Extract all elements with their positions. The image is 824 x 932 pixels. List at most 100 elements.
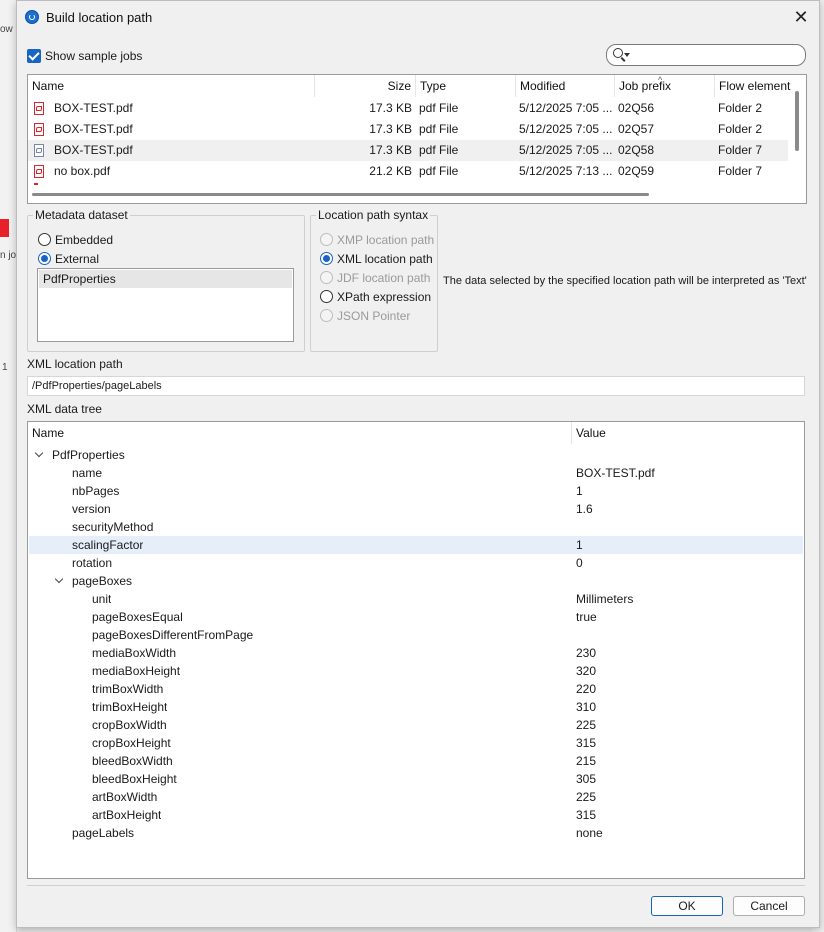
show-sample-jobs-checkbox[interactable] xyxy=(27,49,41,63)
chevron-down-icon[interactable] xyxy=(54,574,64,584)
job-name: BOX-TEST.pdf xyxy=(54,122,133,136)
xml-location-path-label[interactable]: XML location path xyxy=(337,252,433,266)
table-row[interactable]: BOX-TEST.pdf 17.3 KB pdf File 5/12/2025 … xyxy=(28,140,788,161)
tree-node-bleedboxwidth[interactable]: bleedBoxWidth 215 xyxy=(29,752,803,770)
tree-node-scalingfactor[interactable]: scalingFactor 1 xyxy=(29,536,803,554)
tree-node-mediaboxwidth[interactable]: mediaBoxWidth 230 xyxy=(29,644,803,662)
node-name: artBoxWidth xyxy=(92,790,158,804)
column-header-name[interactable]: Name xyxy=(28,75,315,97)
external-radio[interactable] xyxy=(38,252,51,265)
tree-node-rotation[interactable]: rotation 0 xyxy=(29,554,803,572)
node-name: trimBoxHeight xyxy=(92,700,168,714)
search-input[interactable] xyxy=(606,44,806,66)
column-header-name[interactable]: Name xyxy=(28,422,572,444)
xml-data-tree[interactable]: Name Value PdfProperties name BOX-TEST.p… xyxy=(27,421,805,879)
horizontal-scrollbar[interactable] xyxy=(32,193,649,196)
job-flow-element: Folder 2 xyxy=(718,101,763,115)
tree-node-trimboxheight[interactable]: trimBoxHeight 310 xyxy=(29,698,803,716)
column-header-size[interactable]: Size xyxy=(315,75,416,97)
table-row[interactable]: no box.pdf 21.2 KB pdf File 5/12/2025 7:… xyxy=(28,161,788,182)
job-size: 17.3 KB xyxy=(369,122,412,136)
jdf-location-path-label[interactable]: JDF location path xyxy=(337,271,430,285)
job-prefix: 02Q58 xyxy=(618,143,655,157)
tree-node-nbpages[interactable]: nbPages 1 xyxy=(29,482,803,500)
job-modified: 5/12/2025 7:05 ... xyxy=(519,101,613,115)
ok-button[interactable]: OK xyxy=(651,896,723,916)
embedded-label[interactable]: Embedded xyxy=(55,233,113,247)
node-value: none xyxy=(576,826,603,840)
node-value: 0 xyxy=(576,556,583,570)
json-pointer-label[interactable]: JSON Pointer xyxy=(337,309,410,323)
chevron-down-icon[interactable] xyxy=(624,53,630,57)
tree-node-bleedboxheight[interactable]: bleedBoxHeight 305 xyxy=(29,770,803,788)
tree-node-name[interactable]: name BOX-TEST.pdf xyxy=(29,464,803,482)
xml-location-path-input[interactable]: /PdfProperties/pageLabels xyxy=(27,376,805,396)
node-value: true xyxy=(576,610,597,624)
tree-node-mediaboxheight[interactable]: mediaBoxHeight 320 xyxy=(29,662,803,680)
search-icon xyxy=(613,48,623,58)
node-value: 220 xyxy=(576,682,597,696)
tree-node-cropboxwidth[interactable]: cropBoxWidth 225 xyxy=(29,716,803,734)
table-row[interactable]: BOX-TEST.pdf 17.3 KB pdf File 5/12/2025 … xyxy=(28,98,788,119)
embedded-radio[interactable] xyxy=(38,233,51,246)
node-value: 225 xyxy=(576,718,597,732)
tree-node-cropboxheight[interactable]: cropBoxHeight 315 xyxy=(29,734,803,752)
close-button[interactable]: ✕ xyxy=(789,6,813,28)
tree-node-pageboxesequal[interactable]: pageBoxesEqual true xyxy=(29,608,803,626)
list-item[interactable]: PdfProperties xyxy=(39,270,292,288)
xpath-expression-radio[interactable] xyxy=(320,290,333,303)
tree-node-pageboxes[interactable]: pageBoxes xyxy=(29,572,803,590)
column-header-value[interactable]: Value xyxy=(572,422,802,444)
json-pointer-radio[interactable] xyxy=(320,309,333,322)
tree-node-pageboxesdifferentfrompage[interactable]: pageBoxesDifferentFromPage xyxy=(29,626,803,644)
tree-node-artboxheight[interactable]: artBoxHeight 315 xyxy=(29,806,803,824)
xpath-expression-label[interactable]: XPath expression xyxy=(337,290,431,304)
tree-node-unit[interactable]: unit Millimeters xyxy=(29,590,803,608)
xmp-location-path-radio[interactable] xyxy=(320,233,333,246)
job-name: BOX-TEST.pdf xyxy=(54,143,133,157)
node-value: 1.6 xyxy=(576,502,593,516)
chevron-down-icon[interactable] xyxy=(34,448,44,458)
node-name: trimBoxWidth xyxy=(92,682,164,696)
sample-jobs-table[interactable]: Name Size Type Modified Job prefix ^ Flo… xyxy=(27,74,807,204)
node-name: scalingFactor xyxy=(72,538,144,552)
column-header-job-prefix[interactable]: Job prefix xyxy=(615,75,715,97)
background-red-marker xyxy=(0,219,9,237)
tree-node-trimboxwidth[interactable]: trimBoxWidth 220 xyxy=(29,680,803,698)
background-app-strip xyxy=(0,0,17,932)
table-row[interactable]: BOX-TEST.pdf 17.3 KB pdf File 5/12/2025 … xyxy=(28,119,788,140)
column-header-type[interactable]: Type xyxy=(416,75,516,97)
node-value: BOX-TEST.pdf xyxy=(576,466,655,480)
column-header-modified[interactable]: Modified xyxy=(516,75,615,97)
job-prefix: 02Q56 xyxy=(618,101,655,115)
tree-node-securitymethod[interactable]: securityMethod xyxy=(29,518,803,536)
show-sample-jobs-label[interactable]: Show sample jobs xyxy=(45,49,142,63)
title-bar[interactable]: Build location path ✕ xyxy=(17,1,819,33)
external-label[interactable]: External xyxy=(55,252,99,266)
vertical-scrollbar[interactable] xyxy=(795,91,799,151)
close-icon: ✕ xyxy=(793,7,809,27)
tree-node-pagelabels[interactable]: pageLabels none xyxy=(29,824,803,842)
node-value: 315 xyxy=(576,736,597,750)
column-header-flow-element[interactable]: Flow element xyxy=(715,75,791,97)
location-path-syntax-title: Location path syntax xyxy=(316,208,431,222)
tree-node-artboxwidth[interactable]: artBoxWidth 225 xyxy=(29,788,803,806)
partial-row-icon xyxy=(34,183,38,185)
pdf-file-icon xyxy=(34,123,44,136)
tree-node-version[interactable]: version 1.6 xyxy=(29,500,803,518)
job-size: 17.3 KB xyxy=(369,143,412,157)
node-value: 320 xyxy=(576,664,597,678)
dataset-list[interactable]: PdfProperties xyxy=(37,268,294,342)
xml-location-path-radio[interactable] xyxy=(320,252,333,265)
jdf-location-path-radio[interactable] xyxy=(320,271,333,284)
cancel-button[interactable]: Cancel xyxy=(733,896,805,916)
job-prefix: 02Q57 xyxy=(618,122,655,136)
window-title: Build location path xyxy=(46,10,153,25)
job-flow-element: Folder 7 xyxy=(718,164,763,178)
xml-data-tree-label: XML data tree xyxy=(27,402,102,416)
background-text: 1 xyxy=(2,362,8,373)
tree-node-pdfproperties[interactable]: PdfProperties xyxy=(29,446,803,464)
xmp-location-path-label[interactable]: XMP location path xyxy=(337,233,434,247)
job-prefix: 02Q59 xyxy=(618,164,655,178)
node-value: Millimeters xyxy=(576,592,634,606)
